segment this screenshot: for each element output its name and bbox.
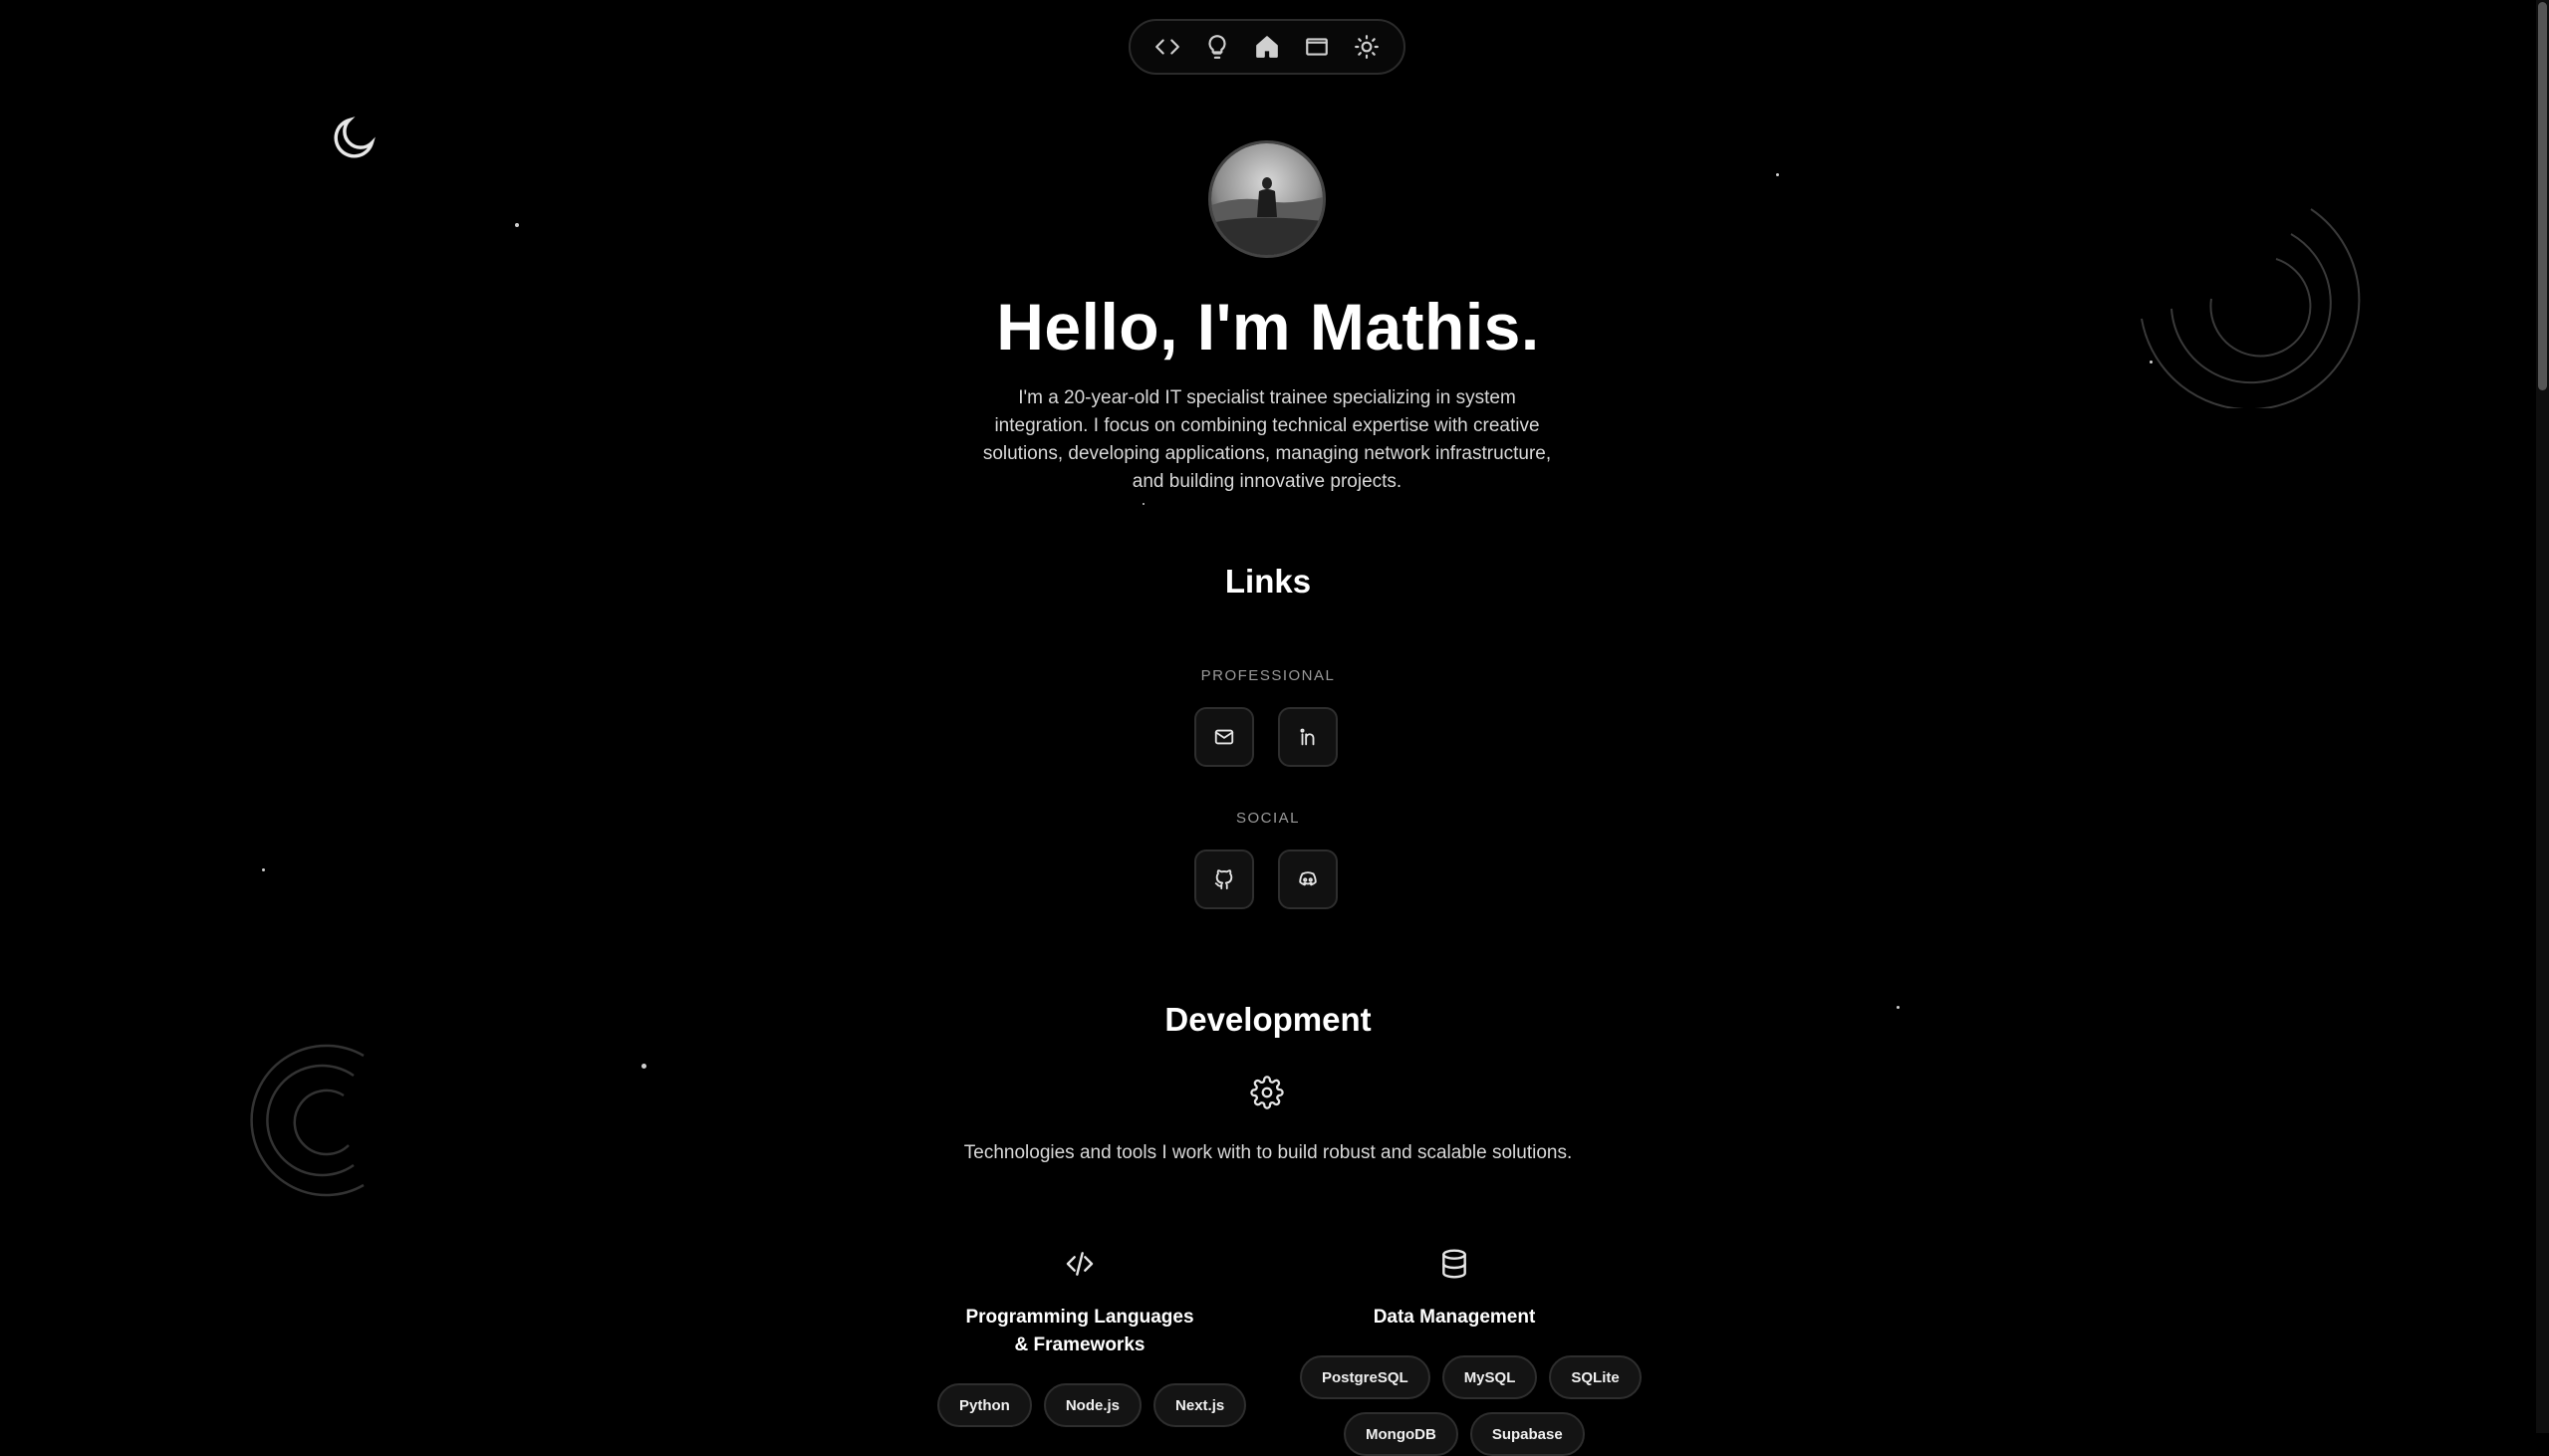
scrollbar-thumb[interactable] — [2538, 2, 2547, 390]
code-icon — [1155, 39, 1179, 55]
development-heading: Development — [1164, 1001, 1372, 1038]
database-icon — [1442, 1249, 1466, 1279]
professional-links — [1194, 707, 1338, 767]
data-tags-row2: MongoDB Supabase — [1344, 1412, 1585, 1456]
linkedin-link-button[interactable] — [1278, 707, 1338, 767]
star — [641, 1064, 646, 1069]
moon-icon[interactable] — [329, 112, 381, 163]
home-icon — [1256, 36, 1278, 58]
star — [262, 868, 265, 871]
avatar — [1208, 140, 1326, 258]
nav-contact-button[interactable] — [1299, 29, 1335, 65]
tag-nodejs: Node.js — [1043, 1383, 1143, 1427]
scrollbar-track[interactable] — [2536, 0, 2549, 1433]
github-link-button[interactable] — [1194, 849, 1254, 909]
gear-icon — [1250, 1076, 1284, 1109]
mail-icon — [1214, 729, 1234, 745]
column-title-programming: Programming Languages & Frameworks — [965, 1307, 1194, 1355]
data-tags-row1: PostgreSQL MySQL SQLite — [1300, 1355, 1642, 1399]
github-icon — [1214, 869, 1233, 890]
star — [515, 223, 519, 227]
code-icon — [1066, 1252, 1094, 1276]
page-title: Hello, I'm Mathis. — [996, 290, 1540, 364]
star — [1143, 503, 1145, 505]
nav-home-button[interactable] — [1249, 29, 1285, 65]
tag-sqlite: SQLite — [1549, 1355, 1642, 1399]
sun-icon — [1355, 35, 1379, 59]
hero-description: I'm a 20-year-old IT specialist trainee … — [982, 387, 1552, 492]
discord-icon — [1299, 871, 1317, 886]
mail-icon — [1306, 38, 1328, 56]
column-title-data: Data Management — [1373, 1307, 1536, 1328]
top-nav — [1129, 19, 1405, 75]
star — [1776, 173, 1779, 176]
social-links — [1194, 849, 1338, 909]
tag-python: Python — [937, 1383, 1032, 1427]
nav-code-button[interactable] — [1149, 29, 1185, 65]
discord-link-button[interactable] — [1278, 849, 1338, 909]
linkedin-icon — [1300, 728, 1315, 746]
email-link-button[interactable] — [1194, 707, 1254, 767]
professional-label: PROFESSIONAL — [1200, 667, 1336, 684]
nav-ideas-button[interactable] — [1199, 29, 1235, 65]
programming-tags: Python Node.js Next.js — [937, 1383, 1247, 1427]
tag-mongodb: MongoDB — [1344, 1412, 1458, 1456]
links-heading: Links — [1224, 563, 1312, 600]
tag-postgresql: PostgreSQL — [1300, 1355, 1430, 1399]
tag-mysql: MySQL — [1441, 1355, 1538, 1399]
swirl-decoration — [250, 1044, 365, 1197]
development-subtitle: Technologies and tools I work with to bu… — [963, 1142, 1573, 1163]
social-label: SOCIAL — [1235, 810, 1301, 827]
tag-supabase: Supabase — [1469, 1412, 1585, 1456]
nav-theme-button[interactable] — [1349, 29, 1385, 65]
tag-nextjs: Next.js — [1153, 1383, 1247, 1427]
lightbulb-icon — [1208, 35, 1226, 59]
